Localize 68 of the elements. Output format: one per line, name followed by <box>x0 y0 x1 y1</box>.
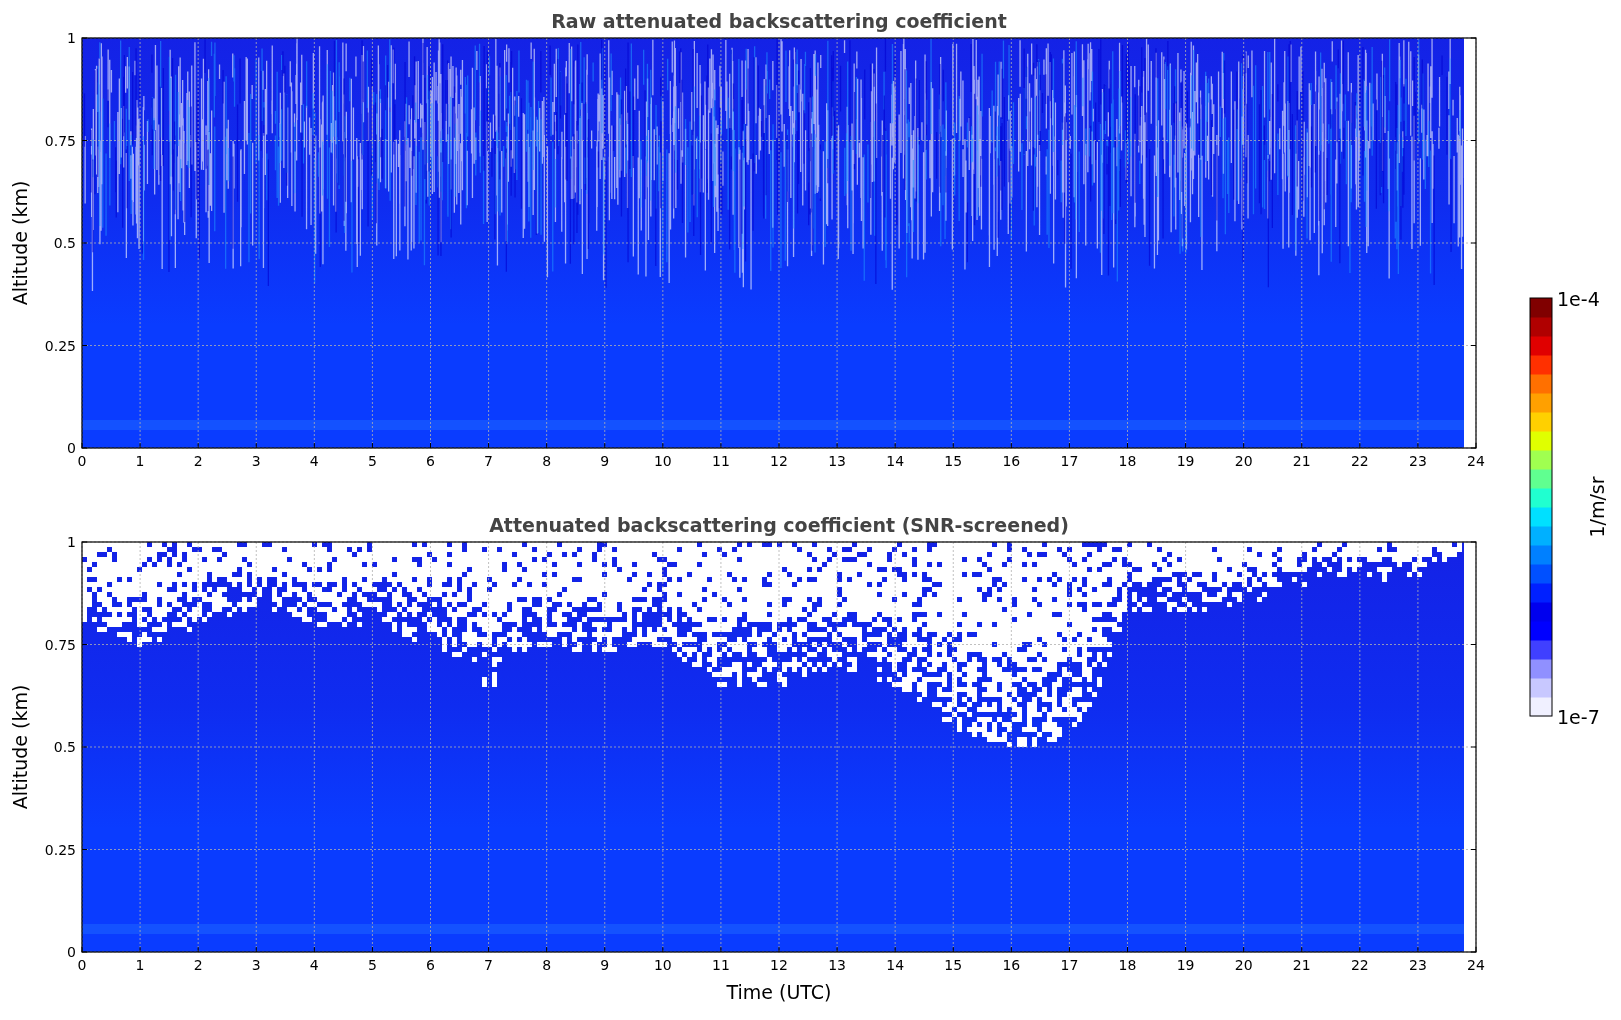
tick-label: 16 <box>1002 957 1021 973</box>
tick-label: 7 <box>484 957 494 973</box>
tick-label: 3 <box>251 957 261 973</box>
tick-label: 0 <box>77 957 87 973</box>
tick-label: 0.5 <box>53 235 76 251</box>
tick-label: 17 <box>1060 453 1079 469</box>
tick-label: 16 <box>1002 453 1021 469</box>
tick-label: 13 <box>828 453 846 469</box>
tick-label: 23 <box>1409 957 1427 973</box>
tick-label: 0.25 <box>44 841 76 858</box>
tick-label: 2 <box>193 957 203 973</box>
tick-label: 4 <box>309 453 319 469</box>
tick-label: 15 <box>944 453 963 469</box>
tick-label: 8 <box>542 453 552 469</box>
tick-label: 1 <box>67 534 76 550</box>
tick-label: 19 <box>1176 453 1195 469</box>
axis-label: Altitude (km) <box>9 180 31 306</box>
axis-label: Altitude (km) <box>9 684 31 810</box>
colorbar-label: 1e-4 <box>1557 288 1600 310</box>
tick-label: 1 <box>135 957 145 973</box>
tick-label: 14 <box>886 957 905 973</box>
tick-label: 18 <box>1118 957 1137 973</box>
tick-label: 10 <box>653 453 672 469</box>
tick-label: 20 <box>1234 453 1253 469</box>
tick-label: 12 <box>770 453 788 469</box>
tick-label: 15 <box>944 957 963 973</box>
tick-label: 0.75 <box>44 132 76 149</box>
tick-label: 22 <box>1350 957 1369 973</box>
tick-label: 24 <box>1467 453 1485 469</box>
tick-label: 6 <box>426 957 435 973</box>
axis-label: 1/m/sr <box>1586 476 1608 538</box>
tick-label: 17 <box>1060 957 1079 973</box>
tick-label: 19 <box>1176 957 1195 973</box>
tick-label: 9 <box>600 453 610 469</box>
tick-label: 20 <box>1234 957 1253 973</box>
tick-label: 21 <box>1292 957 1311 973</box>
chart-title: Raw attenuated backscattering coefficient <box>551 10 1007 32</box>
tick-label: 23 <box>1409 453 1427 469</box>
tick-label: 0.25 <box>44 337 76 354</box>
tick-label: 2 <box>193 453 203 469</box>
tick-label: 6 <box>426 453 435 469</box>
tick-label: 7 <box>484 453 494 469</box>
tick-label: 24 <box>1467 957 1485 973</box>
tick-label: 3 <box>251 453 261 469</box>
tick-label: 4 <box>309 957 319 973</box>
tick-label: 0 <box>77 453 87 469</box>
tick-label: 21 <box>1292 453 1311 469</box>
tick-label: 18 <box>1118 453 1137 469</box>
tick-label: 1 <box>135 453 145 469</box>
tick-label: 0 <box>67 944 76 960</box>
tick-label: 0.5 <box>53 739 76 755</box>
tick-label: 22 <box>1350 453 1369 469</box>
tick-label: 11 <box>712 957 730 973</box>
tick-label: 8 <box>542 957 552 973</box>
tick-label: 0 <box>67 440 76 456</box>
axis-label: Time (UTC) <box>726 981 832 1003</box>
tick-label: 10 <box>653 957 672 973</box>
tick-label: 12 <box>770 957 788 973</box>
tick-label: 11 <box>712 453 730 469</box>
colorbar-label: 1e-7 <box>1557 706 1600 728</box>
chart-title: Attenuated backscattering coefficient (SNR-screened) <box>489 514 1069 536</box>
tick-label: 5 <box>367 453 377 469</box>
tick-label: 9 <box>600 957 610 973</box>
tick-label: 5 <box>367 957 377 973</box>
tick-label: 14 <box>886 453 905 469</box>
tick-label: 13 <box>828 957 846 973</box>
tick-label: 1 <box>67 30 76 46</box>
tick-label: 0.75 <box>44 636 76 653</box>
